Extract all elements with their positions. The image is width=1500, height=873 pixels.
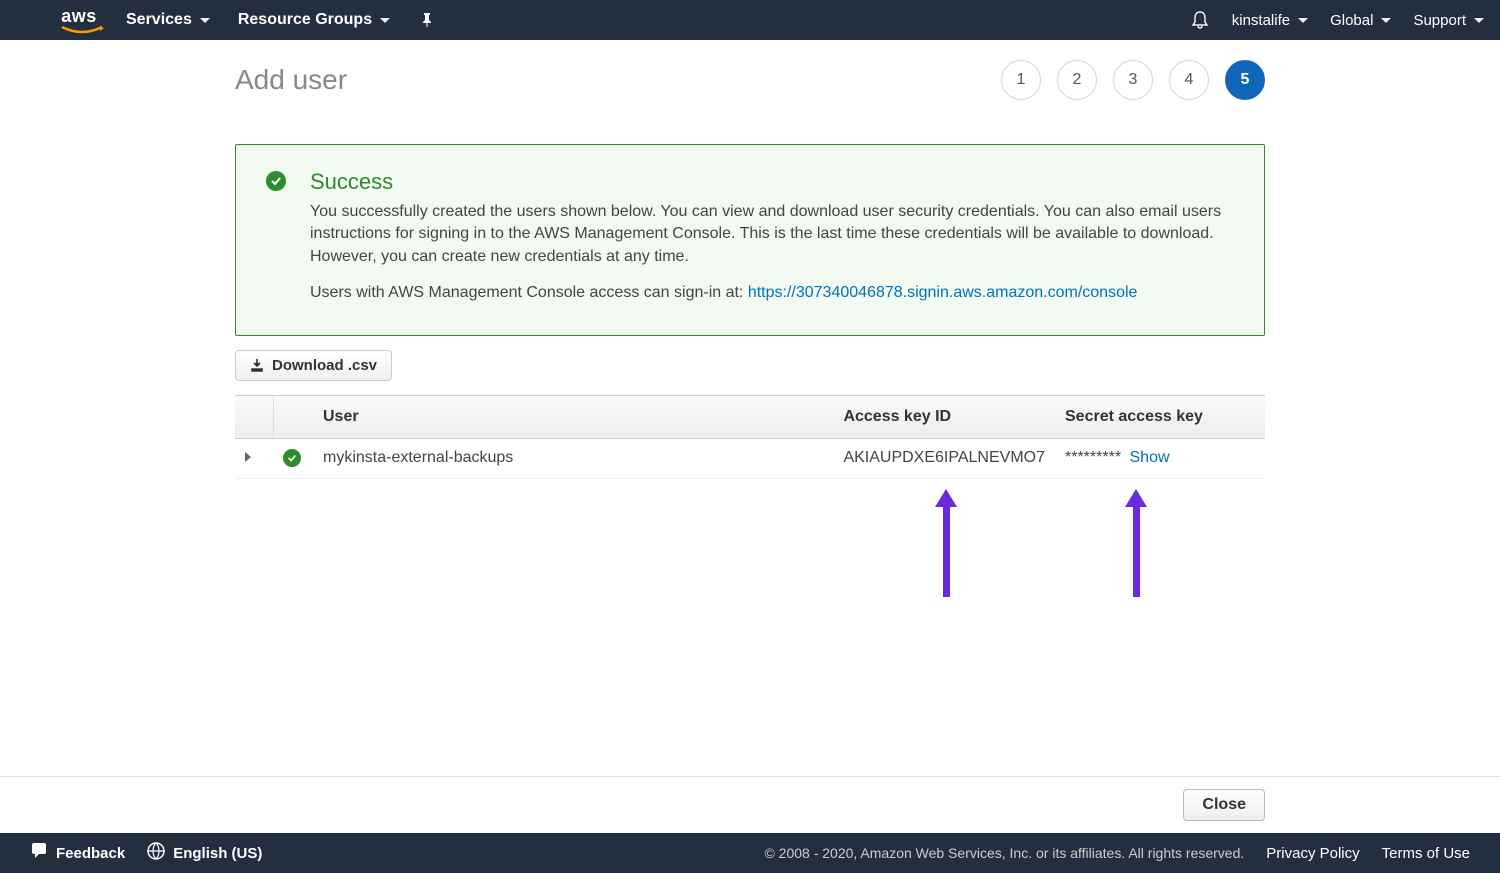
success-alert: Success You successfully created the use… bbox=[235, 144, 1265, 336]
top-nav: aws Services Resource Groups kinstalife … bbox=[0, 0, 1500, 40]
wizard-steps: 1 2 3 4 5 bbox=[1001, 60, 1265, 100]
resource-groups-label: Resource Groups bbox=[238, 11, 372, 29]
support-label: Support bbox=[1413, 12, 1466, 29]
wizard-step-4[interactable]: 4 bbox=[1169, 60, 1209, 100]
title-row: Add user 1 2 3 4 5 bbox=[235, 40, 1265, 118]
alert-title: Success bbox=[310, 169, 1234, 195]
chevron-down-icon bbox=[200, 18, 210, 23]
services-label: Services bbox=[126, 11, 192, 29]
download-csv-label: Download .csv bbox=[272, 357, 377, 374]
aws-smile-icon bbox=[60, 25, 98, 33]
caret-right-icon bbox=[245, 452, 251, 462]
arrow-access-key bbox=[935, 489, 957, 597]
region-menu[interactable]: Global bbox=[1330, 12, 1391, 29]
aws-logo-text: aws bbox=[61, 7, 97, 25]
notifications-icon[interactable] bbox=[1190, 10, 1210, 30]
pin-icon[interactable] bbox=[418, 12, 434, 28]
language-label: English (US) bbox=[173, 845, 262, 862]
success-check-icon bbox=[283, 449, 301, 467]
table-row: mykinsta-external-backups AKIAUPDXE6IPAL… bbox=[235, 438, 1265, 478]
page-title: Add user bbox=[235, 64, 347, 96]
account-label: kinstalife bbox=[1232, 12, 1290, 29]
bottom-nav: Feedback English (US) © 2008 - 2020, Ama… bbox=[0, 833, 1500, 873]
arrow-up-icon bbox=[935, 489, 957, 507]
th-secret: Secret access key bbox=[1055, 395, 1265, 438]
chevron-down-icon bbox=[1381, 18, 1391, 23]
alert-body-2-prefix: Users with AWS Management Console access… bbox=[310, 284, 748, 301]
wizard-step-2[interactable]: 2 bbox=[1057, 60, 1097, 100]
th-status bbox=[273, 395, 313, 438]
signin-url-link[interactable]: https://307340046878.signin.aws.amazon.c… bbox=[748, 284, 1138, 301]
services-menu[interactable]: Services bbox=[126, 11, 210, 29]
th-user: User bbox=[313, 395, 833, 438]
row-user: mykinsta-external-backups bbox=[313, 438, 833, 478]
speech-bubble-icon bbox=[30, 843, 48, 863]
privacy-link[interactable]: Privacy Policy bbox=[1266, 845, 1359, 862]
support-menu[interactable]: Support bbox=[1413, 12, 1484, 29]
download-csv-button[interactable]: Download .csv bbox=[235, 350, 392, 381]
row-status bbox=[273, 438, 313, 478]
th-access-key: Access key ID bbox=[833, 395, 1055, 438]
wizard-step-3[interactable]: 3 bbox=[1113, 60, 1153, 100]
terms-link[interactable]: Terms of Use bbox=[1382, 845, 1470, 862]
top-nav-right: kinstalife Global Support bbox=[1190, 10, 1484, 30]
wizard-step-5[interactable]: 5 bbox=[1225, 60, 1265, 100]
row-access-key: AKIAUPDXE6IPALNEVMO7 bbox=[833, 438, 1055, 478]
feedback-label: Feedback bbox=[56, 845, 125, 862]
copyright: © 2008 - 2020, Amazon Web Services, Inc.… bbox=[764, 845, 1244, 861]
download-icon bbox=[250, 358, 264, 372]
alert-body-1: You successfully created the users shown… bbox=[310, 201, 1234, 268]
wizard-step-1[interactable]: 1 bbox=[1001, 60, 1041, 100]
arrow-up-icon bbox=[1125, 489, 1147, 507]
chevron-down-icon bbox=[380, 18, 390, 23]
language-selector[interactable]: English (US) bbox=[147, 842, 262, 864]
arrow-secret bbox=[1125, 489, 1147, 597]
account-menu[interactable]: kinstalife bbox=[1232, 12, 1308, 29]
th-expand bbox=[235, 395, 273, 438]
expand-toggle[interactable] bbox=[235, 438, 273, 478]
globe-icon bbox=[147, 842, 165, 864]
annotation-arrows bbox=[235, 479, 1265, 619]
region-label: Global bbox=[1330, 12, 1373, 29]
alert-body-2: Users with AWS Management Console access… bbox=[310, 282, 1234, 304]
aws-logo[interactable]: aws bbox=[60, 7, 98, 33]
footer-bar: Close bbox=[0, 776, 1500, 833]
resource-groups-menu[interactable]: Resource Groups bbox=[238, 11, 390, 29]
credentials-table: User Access key ID Secret access key myk… bbox=[235, 395, 1265, 479]
close-button[interactable]: Close bbox=[1183, 789, 1265, 821]
content: Add user 1 2 3 4 5 Success You successfu… bbox=[0, 40, 1500, 776]
chevron-down-icon bbox=[1298, 18, 1308, 23]
feedback-link[interactable]: Feedback bbox=[30, 843, 125, 863]
row-secret: ********* Show bbox=[1055, 438, 1265, 478]
chevron-down-icon bbox=[1474, 18, 1484, 23]
show-secret-link[interactable]: Show bbox=[1130, 449, 1170, 466]
success-check-icon bbox=[266, 171, 286, 191]
secret-masked: ********* bbox=[1065, 449, 1121, 466]
